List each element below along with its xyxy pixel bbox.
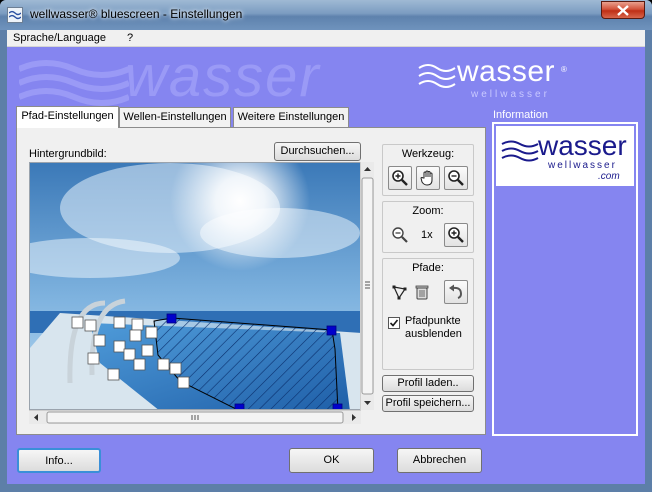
hide-points-label-line2: ausblenden xyxy=(405,328,462,340)
delete-path-button[interactable] xyxy=(410,280,434,304)
image-vertical-scrollbar[interactable] xyxy=(360,162,374,410)
paths-group-title: Pfade: xyxy=(412,262,444,274)
load-profile-button[interactable]: Profil laden.. xyxy=(382,375,474,392)
hand-pan-icon xyxy=(420,170,433,186)
background-image-label: Hintergrundbild: xyxy=(29,148,107,160)
background-image-canvas[interactable] xyxy=(29,162,361,410)
zoom-group-title: Zoom: xyxy=(412,205,444,217)
tool-group: Werkzeug: xyxy=(382,144,474,196)
add-path-icon xyxy=(392,285,407,300)
close-button[interactable] xyxy=(601,1,645,19)
tab-more-settings[interactable]: Weitere Einstellungen xyxy=(233,107,349,127)
information-label: Information xyxy=(493,109,549,121)
checkmark-icon xyxy=(389,319,399,327)
watermark-waves xyxy=(19,60,129,106)
info-logo-brand: wasser xyxy=(538,130,627,161)
logo-waves-icon xyxy=(418,64,456,88)
close-icon xyxy=(617,4,629,16)
client-area: wasser wasser ® wellwasser Pfad-Einstell… xyxy=(7,47,645,484)
tool-group-title: Werkzeug: xyxy=(401,148,455,160)
tab-wave-settings[interactable]: Wellen-Einstellungen xyxy=(119,107,231,127)
menu-bar: Sprache/Language ? xyxy=(7,30,645,47)
zoom-out-button[interactable] xyxy=(388,223,412,247)
info-button[interactable]: Info... xyxy=(17,448,101,473)
info-logo-domain: .com xyxy=(598,171,620,182)
app-icon xyxy=(7,7,23,23)
tool-pan-button[interactable] xyxy=(416,166,440,190)
tab-path-settings[interactable]: Pfad-Einstellungen xyxy=(16,106,119,128)
cancel-button[interactable]: Abbrechen xyxy=(397,448,482,473)
logo-registered: ® xyxy=(561,65,567,74)
title-bar[interactable]: wellwasser® bluescreen - Einstellungen xyxy=(0,0,652,30)
pool-background-image xyxy=(30,163,360,409)
browse-button[interactable]: Durchsuchen... xyxy=(274,142,361,161)
image-horizontal-scrollbar[interactable] xyxy=(29,410,361,424)
menu-help[interactable]: ? xyxy=(127,32,133,44)
path-settings-panel: Hintergrundbild: Durchsuchen... Werkzeug… xyxy=(16,127,486,435)
settings-window: wellwasser® bluescreen - Einstellungen S… xyxy=(0,0,652,492)
logo-subtitle: wellwasser xyxy=(471,89,550,100)
logo-waves-icon xyxy=(501,140,539,162)
zoom-in-button[interactable] xyxy=(444,223,468,247)
zoom-in-icon xyxy=(392,170,408,186)
hide-points-label-line1: Pfadpunkte xyxy=(405,315,461,327)
info-logo: wasser wellwasser .com xyxy=(496,126,634,186)
menu-language[interactable]: Sprache/Language xyxy=(13,32,106,44)
tool-zoom-out-button[interactable] xyxy=(444,166,468,190)
zoom-group: Zoom: 1x xyxy=(382,201,474,253)
zoom-level: 1x xyxy=(421,229,433,241)
add-path-button[interactable] xyxy=(388,280,412,304)
logo-brand: wasser xyxy=(457,55,556,88)
watermark-text: wasser xyxy=(125,47,321,109)
paths-group: Pfade: Pfadpunkte ausblenden xyxy=(382,258,474,370)
zoom-in-icon xyxy=(448,227,464,243)
zoom-out-icon xyxy=(448,170,464,186)
save-profile-button[interactable]: Profil speichern... xyxy=(382,395,474,412)
tool-zoom-in-button[interactable] xyxy=(388,166,412,190)
trash-icon xyxy=(415,285,429,300)
undo-icon xyxy=(449,284,463,299)
info-logo-subtitle: wellwasser xyxy=(548,160,617,171)
window-title: wellwasser® bluescreen - Einstellungen xyxy=(30,7,243,21)
hide-points-checkbox[interactable] xyxy=(388,317,400,329)
zoom-out-icon xyxy=(392,227,408,243)
ok-button[interactable]: OK xyxy=(289,448,374,473)
information-panel: wasser wellwasser .com xyxy=(492,122,638,436)
undo-path-button[interactable] xyxy=(444,280,468,304)
